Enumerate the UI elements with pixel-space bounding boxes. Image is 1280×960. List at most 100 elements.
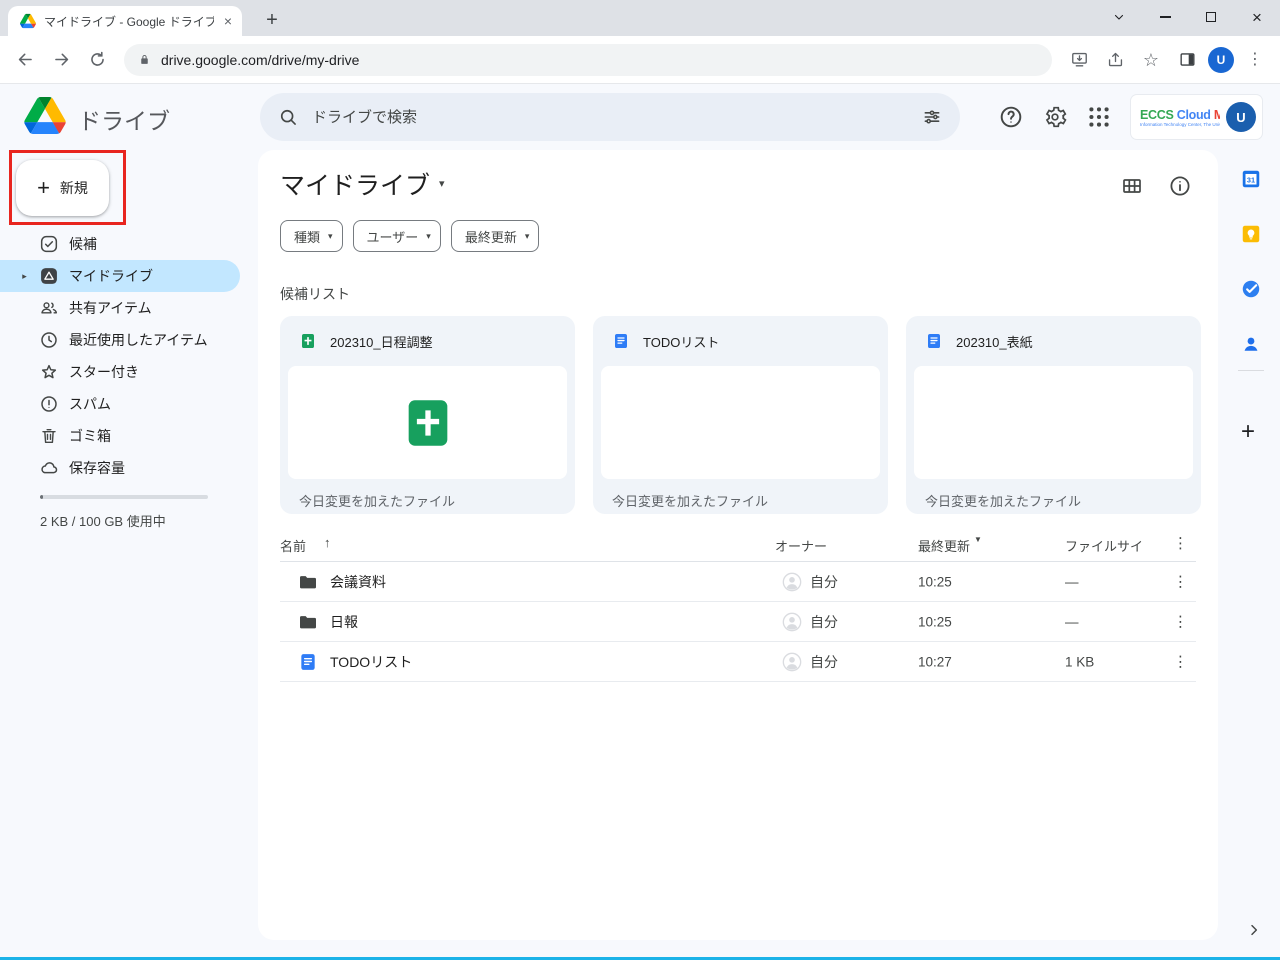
address-bar[interactable] (124, 44, 1052, 76)
column-name[interactable]: 名前 (280, 536, 306, 555)
trash-icon (39, 426, 59, 446)
more-options-icon[interactable]: ⋮ (1173, 574, 1188, 589)
more-options-icon[interactable]: ⋮ (1173, 654, 1188, 669)
file-name: 日報 (330, 612, 358, 632)
account-badge[interactable]: ECCS Cloud Mail Information Technology C… (1131, 95, 1262, 139)
suggestion-card[interactable]: TODOリスト 今日変更を加えたファイル (593, 316, 888, 514)
suggestions-heading: 候補リスト (280, 284, 350, 304)
chevron-down-icon: ▾ (439, 179, 445, 190)
settings-gear-icon[interactable] (1042, 104, 1068, 130)
sidebar-item-starred[interactable]: ▸ スター付き (0, 356, 240, 388)
sheets-icon (299, 332, 317, 350)
filter-chip-people[interactable]: ユーザー ▾ (353, 220, 441, 252)
file-name: 202310_表紙 (956, 332, 1033, 351)
browser-profile-avatar[interactable]: U (1208, 47, 1234, 73)
url-input[interactable] (161, 52, 1038, 68)
window-close-button[interactable]: × (1234, 0, 1280, 34)
owner-name: 自分 (810, 572, 838, 592)
tab-close-icon[interactable]: × (222, 14, 234, 28)
expand-caret-icon[interactable]: ▸ (20, 272, 29, 281)
filter-chip-modified[interactable]: 最終更新 ▾ (451, 220, 540, 252)
sidebar-item-shared[interactable]: ▸ 共有アイテム (0, 292, 240, 324)
suggestion-card[interactable]: 202310_日程調整 今日変更を加えたファイル (280, 316, 575, 514)
drive-search-bar[interactable] (260, 93, 960, 141)
tasks-icon[interactable] (1240, 278, 1262, 300)
file-row[interactable]: TODOリスト 自分 10:27 1 KB ⋮ (280, 642, 1196, 682)
install-app-icon[interactable] (1064, 45, 1094, 75)
more-options-icon[interactable]: ⋮ (1173, 614, 1188, 629)
browser-menu-icon[interactable]: ⋮ (1240, 45, 1270, 75)
reload-button[interactable] (82, 45, 112, 75)
sidebar-item-label: 保存容量 (69, 458, 125, 478)
chevron-down-icon: ▾ (328, 232, 333, 241)
show-side-panel-icon[interactable] (1246, 922, 1262, 938)
folder-icon (298, 612, 318, 632)
suggestion-card[interactable]: 202310_表紙 今日変更を加えたファイル (906, 316, 1201, 514)
cloud-icon (39, 458, 59, 478)
search-input[interactable] (312, 109, 908, 126)
column-modified[interactable]: 最終更新 (918, 536, 970, 555)
grid-view-icon[interactable] (1120, 174, 1144, 198)
sidebar-item-spam[interactable]: ▸ スパム (0, 388, 240, 420)
sidebar-item-recent[interactable]: ▸ 最近使用したアイテム (0, 324, 240, 356)
owner-avatar-icon (782, 652, 802, 672)
modified-time: 10:25 (918, 574, 952, 589)
chevron-down-icon: ▾ (426, 232, 431, 241)
file-row[interactable]: 会議資料 自分 10:25 — ⋮ (280, 562, 1196, 602)
app-name: ドライブ (78, 102, 170, 136)
lock-icon[interactable] (138, 52, 151, 67)
sidebar-item-label: スター付き (69, 362, 139, 382)
keep-icon[interactable] (1240, 223, 1262, 245)
search-icon[interactable] (278, 107, 298, 127)
sidebar-item-label: 共有アイテム (69, 298, 152, 318)
sidebar-item-my-drive[interactable]: ▸ マイドライブ (0, 260, 240, 292)
side-panel-icon[interactable] (1172, 45, 1202, 75)
help-icon[interactable] (998, 104, 1024, 130)
chevron-down-icon (1113, 11, 1125, 23)
window-maximize-button[interactable] (1188, 0, 1234, 34)
docs-icon (298, 652, 318, 672)
file-size: — (1065, 614, 1079, 629)
bookmark-star-icon[interactable]: ☆ (1136, 45, 1166, 75)
sidebar-nav: ▸ 候補 ▸ マイドライブ ▸ 共有アイテム ▸ 最近使用したアイテム ▸ スタ… (0, 228, 250, 484)
browser-tab[interactable]: マイドライブ - Google ドライブ × (8, 6, 242, 36)
search-options-icon[interactable] (922, 107, 942, 127)
sidebar-item-suggested[interactable]: ▸ 候補 (0, 228, 240, 260)
calendar-icon[interactable]: 31 (1240, 168, 1262, 190)
sheets-icon (399, 394, 457, 452)
sort-descending-icon[interactable]: ▼ (974, 536, 982, 544)
column-owner[interactable]: オーナー (775, 536, 827, 555)
new-tab-button[interactable]: + (260, 9, 284, 33)
file-size: — (1065, 574, 1079, 589)
sidebar-item-trash[interactable]: ▸ ゴミ箱 (0, 420, 240, 452)
file-row[interactable]: 日報 自分 10:25 — ⋮ (280, 602, 1196, 642)
file-name: TODOリスト (330, 652, 412, 672)
page-title[interactable]: マイドライブ ▾ (280, 166, 445, 202)
sidebar-item-storage[interactable]: ▸ 保存容量 (0, 452, 240, 484)
more-options-icon[interactable]: ⋮ (1173, 536, 1188, 551)
info-icon[interactable] (1168, 174, 1192, 198)
modified-time: 10:25 (918, 614, 952, 629)
tab-search-button[interactable] (1096, 0, 1142, 34)
back-button[interactable] (10, 45, 40, 75)
filter-chip-type[interactable]: 種類 ▾ (280, 220, 343, 252)
column-size[interactable]: ファイルサイ (1065, 536, 1143, 555)
new-button[interactable]: + 新規 (16, 160, 109, 216)
share-icon[interactable] (1100, 45, 1130, 75)
contacts-icon[interactable] (1240, 333, 1262, 355)
tab-title: マイドライブ - Google ドライブ (44, 13, 214, 30)
owner-name: 自分 (810, 612, 838, 632)
drive-profile-avatar[interactable]: U (1226, 102, 1256, 132)
spam-icon (39, 394, 59, 414)
my-drive-icon (39, 266, 59, 286)
google-apps-grid-icon[interactable] (1086, 104, 1112, 130)
sidebar-item-label: 最近使用したアイテム (69, 330, 208, 350)
forward-button[interactable] (46, 45, 76, 75)
get-addons-plus-icon[interactable]: + (1241, 420, 1255, 444)
sidebar-item-label: 候補 (69, 234, 97, 254)
sort-ascending-icon[interactable]: ↑ (324, 536, 331, 549)
window-minimize-button[interactable] (1142, 0, 1188, 34)
docs-icon (925, 332, 943, 350)
suggestion-cards: 202310_日程調整 今日変更を加えたファイル TODOリスト 今日変更を加え… (280, 316, 1201, 514)
suggestions-icon (39, 234, 59, 254)
